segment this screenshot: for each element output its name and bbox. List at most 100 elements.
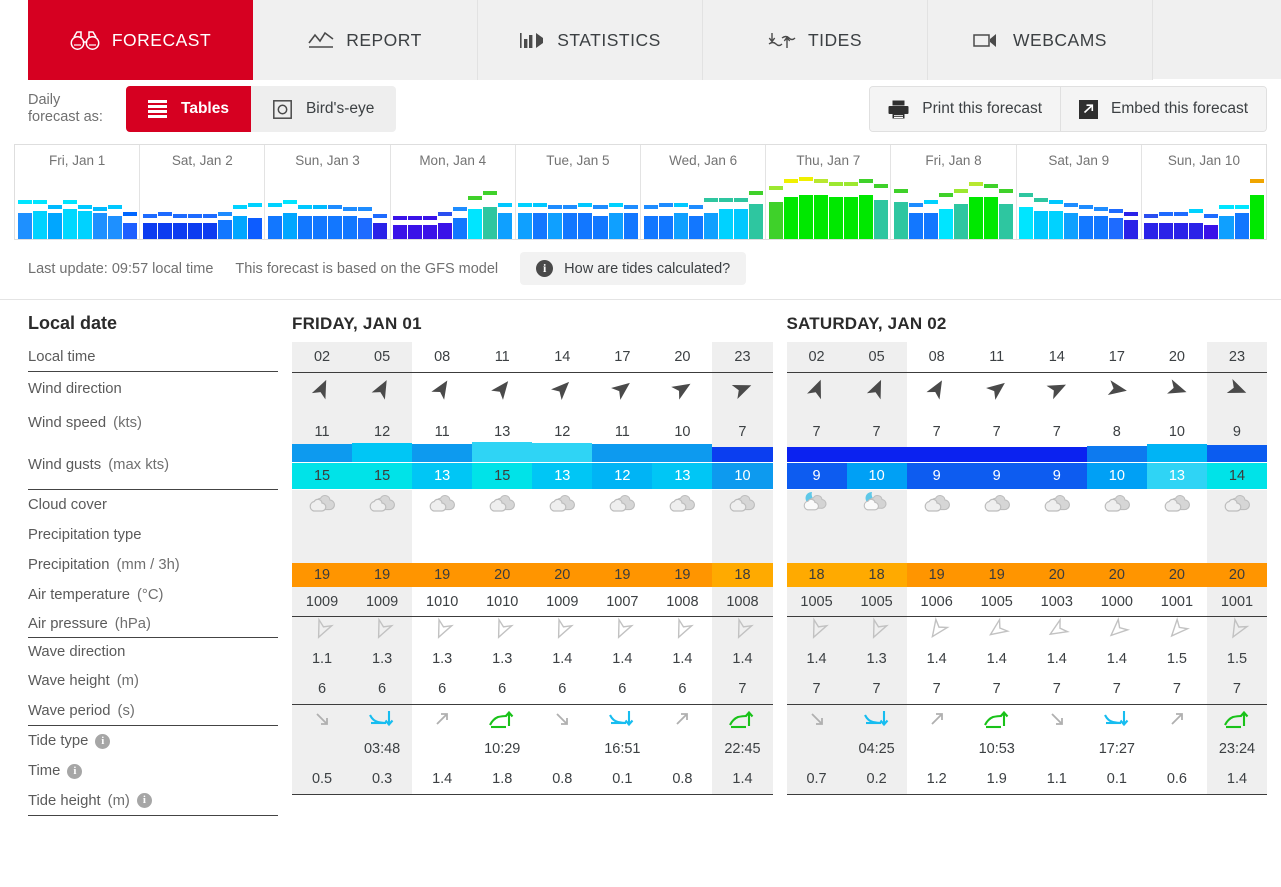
overview-day-label[interactable]: Mon, Jan 4 — [391, 145, 515, 168]
overview-day-label[interactable]: Sun, Jan 10 — [1142, 145, 1266, 168]
cell-tide-time — [292, 734, 353, 764]
overview-day-4[interactable]: Tue, Jan 5 — [516, 145, 642, 239]
moon-cloud-icon — [847, 490, 907, 514]
cell-local-time[interactable]: 08 — [412, 342, 472, 372]
view-tables-button[interactable]: Tables — [126, 86, 251, 132]
overview-windgust-tick — [828, 182, 843, 186]
wave-direction-arrow-icon — [412, 617, 472, 641]
wind-direction-arrow-icon — [847, 376, 907, 402]
cell-cloud-cover — [652, 490, 712, 562]
overview-day-7[interactable]: Fri, Jan 8 — [891, 145, 1017, 239]
overview-windgust-tick — [1124, 212, 1139, 216]
overview-windspeed-bar — [393, 225, 408, 239]
cell-local-time[interactable]: 14 — [1027, 342, 1087, 372]
overview-day-bars — [265, 168, 389, 239]
overview-day-label[interactable]: Fri, Jan 8 — [891, 145, 1015, 168]
cloud-icon — [712, 490, 772, 514]
overview-windspeed-bar — [1049, 211, 1064, 239]
overview-windgust-tick — [313, 205, 328, 209]
overview-windspeed-bar — [593, 216, 608, 239]
overview-windspeed-bar — [843, 197, 858, 239]
row-cloud-cover — [292, 490, 773, 562]
cell-wind-direction — [352, 372, 413, 406]
overview-day-label[interactable]: Wed, Jan 6 — [641, 145, 765, 168]
overview-day-label[interactable]: Tue, Jan 5 — [516, 145, 640, 168]
cell-local-time[interactable]: 14 — [532, 342, 592, 372]
cell-wind-direction — [1147, 372, 1207, 406]
cell-wind-direction — [292, 372, 353, 406]
overview-bar — [232, 168, 247, 239]
row-label-text: Precipitation type — [28, 527, 142, 543]
tab-forecast[interactable]: FORECAST — [28, 0, 253, 80]
overview-day-3[interactable]: Mon, Jan 4 — [391, 145, 516, 239]
overview-day-1[interactable]: Sat, Jan 2 — [140, 145, 266, 239]
cell-air-temperature: 20 — [1146, 562, 1207, 588]
info-icon[interactable]: i — [136, 793, 152, 808]
forecast-overview-strip[interactable]: Fri, Jan 1 Sat, Jan 2 Sun, Jan 3 Mon, Jan 4… — [14, 144, 1267, 240]
tab-tides[interactable]: TIDES — [703, 0, 928, 80]
print-forecast-button[interactable]: Print this forecast — [870, 87, 1062, 131]
cell-local-time[interactable]: 17 — [1087, 342, 1147, 372]
overview-bar — [393, 168, 408, 239]
row-label-cloud: Cloud cover — [28, 490, 278, 520]
view-birdseye-button[interactable]: Bird's-eye — [250, 86, 397, 132]
cell-local-time[interactable]: 23 — [1206, 342, 1267, 372]
row-label-precip: Precipitation (mm / 3h) — [28, 550, 278, 580]
overview-windspeed-bar — [1019, 207, 1034, 239]
overview-windspeed-bar — [187, 223, 202, 239]
wind-gust-value: 10 — [1086, 463, 1147, 489]
tab-statistics[interactable]: STATISTICS — [478, 0, 703, 80]
row-label-unit: (max kts) — [108, 456, 170, 473]
overview-bar — [533, 168, 548, 239]
air-temperature-value: 19 — [592, 563, 653, 587]
overview-day-label[interactable]: Fri, Jan 1 — [15, 145, 139, 168]
cell-local-time[interactable]: 05 — [846, 342, 907, 372]
cell-local-time[interactable]: 05 — [352, 342, 413, 372]
cell-local-time[interactable]: 23 — [712, 342, 773, 372]
cell-wind-speed-bar — [292, 440, 353, 462]
tab-report[interactable]: REPORT — [253, 0, 478, 80]
cell-wind-direction — [1206, 372, 1267, 406]
overview-day-8[interactable]: Sat, Jan 9 — [1017, 145, 1142, 239]
overview-day-label[interactable]: Thu, Jan 7 — [766, 145, 890, 168]
cell-local-time[interactable]: 08 — [907, 342, 967, 372]
overview-day-label[interactable]: Sat, Jan 9 — [1017, 145, 1141, 168]
overview-day-5[interactable]: Wed, Jan 6 — [641, 145, 767, 239]
cell-wave-period: 6 — [438, 680, 447, 697]
cell-wind-gust: 15 — [352, 462, 413, 490]
overview-day-label[interactable]: Sat, Jan 2 — [140, 145, 264, 168]
overview-day-6[interactable]: Thu, Jan 7 — [766, 145, 892, 239]
overview-windgust-tick — [1064, 203, 1079, 207]
overview-bar — [1204, 168, 1219, 239]
embed-forecast-button[interactable]: Embed this forecast — [1061, 87, 1266, 131]
cell-local-time[interactable]: 11 — [472, 342, 532, 372]
info-icon[interactable]: i — [67, 763, 83, 779]
moon-cloud-icon — [787, 490, 847, 514]
overview-bar — [468, 168, 483, 239]
cell-local-time[interactable]: 02 — [292, 342, 353, 372]
overview-day-9[interactable]: Sun, Jan 10 — [1142, 145, 1266, 239]
overview-windspeed-bar — [328, 216, 343, 239]
cell-cloud-cover — [846, 490, 907, 562]
cell-local-time[interactable]: 17 — [592, 342, 652, 372]
info-icon: i — [536, 260, 554, 277]
cell-wind-speed: 10 — [1168, 424, 1185, 440]
cloud-icon — [472, 490, 532, 514]
cell-local-time[interactable]: 02 — [786, 342, 847, 372]
overview-day-2[interactable]: Sun, Jan 3 — [265, 145, 391, 239]
info-icon[interactable]: i — [95, 733, 111, 749]
overview-windgust-tick — [92, 207, 107, 211]
tide-rising-icon — [907, 708, 967, 730]
overview-day-bars — [766, 168, 890, 239]
overview-bar — [202, 168, 217, 239]
cell-wind-speed-bar — [846, 440, 907, 462]
overview-bar — [92, 168, 107, 239]
cell-local-time[interactable]: 20 — [652, 342, 712, 372]
wind-gust-value: 15 — [352, 463, 413, 489]
tab-webcams[interactable]: WEBCAMS — [928, 0, 1153, 80]
cell-local-time[interactable]: 20 — [1147, 342, 1207, 372]
tides-help-button[interactable]: i How are tides calculated? — [520, 252, 747, 285]
cell-local-time[interactable]: 11 — [967, 342, 1027, 372]
overview-day-label[interactable]: Sun, Jan 3 — [265, 145, 389, 168]
overview-day-0[interactable]: Fri, Jan 1 — [15, 145, 141, 239]
